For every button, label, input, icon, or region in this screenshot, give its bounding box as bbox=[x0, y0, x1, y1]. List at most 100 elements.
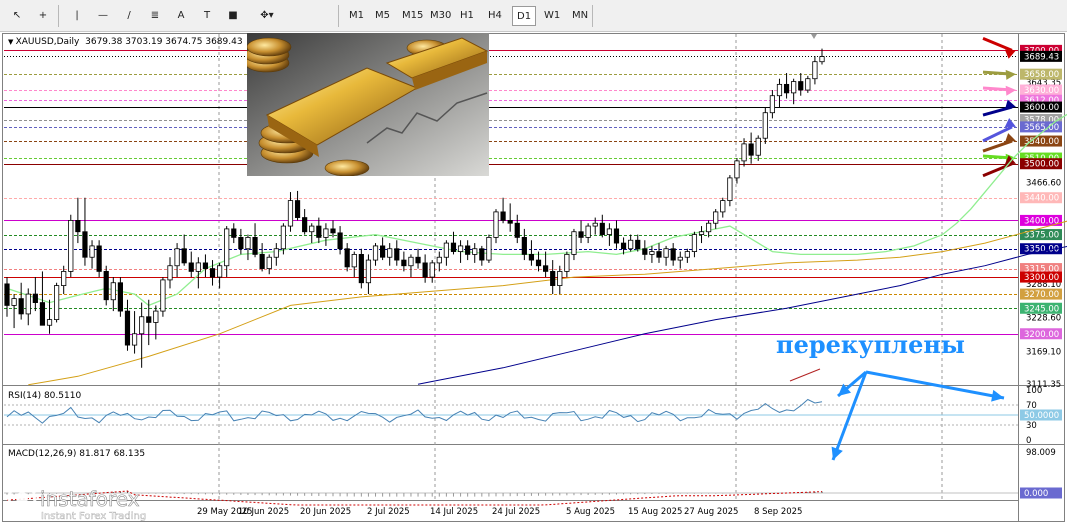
candle-body bbox=[54, 285, 60, 320]
candle bbox=[720, 197, 726, 218]
candle-body bbox=[479, 248, 485, 261]
level-box-3630.00: 3630.00 bbox=[1020, 84, 1062, 96]
candle bbox=[628, 234, 634, 252]
level-box-label: 3658.00 bbox=[1024, 70, 1059, 80]
candle-body bbox=[550, 271, 556, 286]
level-arrow-shaft bbox=[982, 139, 1013, 153]
candle bbox=[564, 251, 570, 278]
candle-body bbox=[252, 237, 258, 255]
candle-body bbox=[380, 245, 386, 258]
candle-body bbox=[415, 256, 421, 264]
price-chart[interactable]: 3700.003689.433658.003643.353630.003612.… bbox=[0, 0, 1067, 524]
candle bbox=[358, 248, 364, 289]
candle bbox=[54, 282, 60, 323]
date-tick-label: 15 Aug 2025 bbox=[628, 507, 682, 517]
candle-body bbox=[472, 248, 478, 255]
candle-body bbox=[273, 248, 279, 258]
candle-body bbox=[238, 237, 244, 250]
candle-body bbox=[302, 217, 308, 233]
candle-body bbox=[117, 282, 123, 312]
candle-body bbox=[606, 228, 612, 235]
candle-body bbox=[103, 271, 109, 301]
candle bbox=[706, 220, 712, 238]
candle-body bbox=[422, 262, 428, 278]
symbol-menu-icon[interactable]: ▼ bbox=[8, 38, 16, 46]
date-tick-label: 14 Jul 2025 bbox=[430, 507, 478, 517]
candle bbox=[245, 234, 251, 261]
candle-body bbox=[75, 220, 81, 233]
candle-body bbox=[465, 245, 471, 255]
candle-body bbox=[82, 231, 88, 258]
candle bbox=[769, 90, 775, 119]
level-box-label: 3500.00 bbox=[1024, 160, 1059, 170]
candle bbox=[465, 240, 471, 261]
candle-body bbox=[387, 248, 393, 258]
candle-body bbox=[620, 242, 627, 250]
rsi-tick-label: 50.0000 bbox=[1024, 411, 1059, 421]
instaforex-logo-icon bbox=[7, 483, 37, 513]
candle-body bbox=[365, 259, 372, 284]
candle bbox=[656, 243, 662, 263]
candle bbox=[337, 226, 343, 255]
candle-body bbox=[245, 237, 251, 250]
level-box-3440.00: 3440.00 bbox=[1020, 192, 1062, 204]
candle-body bbox=[585, 225, 591, 238]
candle-body bbox=[429, 262, 435, 278]
candle bbox=[103, 265, 109, 306]
candle bbox=[578, 220, 584, 244]
candle-body bbox=[535, 259, 542, 267]
candle-body bbox=[160, 279, 166, 312]
instaforex-logo: instaforex Instant Forex Trading bbox=[6, 482, 186, 526]
candle-body bbox=[769, 95, 775, 114]
candle-body bbox=[110, 282, 116, 301]
candle bbox=[819, 48, 825, 65]
rsi-tick-label: 100 bbox=[1026, 386, 1042, 396]
overbought-annotation: перекуплены bbox=[776, 330, 965, 359]
candle-body bbox=[330, 228, 336, 234]
candle bbox=[146, 299, 152, 346]
annotation-arrow-head bbox=[991, 389, 1004, 402]
level-arrow-head bbox=[1004, 118, 1016, 128]
candle-body bbox=[46, 319, 53, 326]
candle bbox=[543, 251, 549, 278]
level-arrow-shaft bbox=[982, 36, 1013, 52]
candle-body bbox=[748, 143, 754, 156]
candle bbox=[287, 192, 294, 232]
candle bbox=[422, 254, 428, 283]
candle bbox=[415, 248, 421, 269]
candle-body bbox=[791, 81, 797, 94]
macd-tick-label: 0.000 bbox=[1024, 489, 1048, 499]
candle bbox=[436, 251, 442, 272]
candle-body bbox=[649, 251, 655, 255]
candle bbox=[479, 245, 485, 266]
candle bbox=[202, 254, 209, 278]
candle-body bbox=[195, 262, 201, 272]
candle-body bbox=[443, 242, 449, 258]
level-box-3300.00: 3300.00 bbox=[1020, 271, 1062, 283]
candle bbox=[493, 209, 499, 244]
candle bbox=[124, 299, 131, 351]
candle-body bbox=[231, 228, 237, 238]
level-box-label: 3600.00 bbox=[1024, 103, 1059, 113]
candle-body bbox=[401, 259, 407, 267]
candle bbox=[323, 223, 329, 246]
candle-body bbox=[670, 248, 676, 261]
candle-body bbox=[450, 242, 457, 252]
candle bbox=[380, 237, 386, 261]
logo-brand: instaforex bbox=[40, 487, 140, 511]
candle-body bbox=[408, 256, 414, 267]
candle-body bbox=[259, 254, 265, 269]
candle-body bbox=[316, 225, 322, 238]
candle-body bbox=[734, 160, 740, 179]
candle bbox=[429, 260, 435, 283]
candle bbox=[741, 138, 747, 167]
candle-body bbox=[344, 248, 350, 268]
price-tick-label: 3466.60 bbox=[1026, 179, 1061, 189]
candle-body bbox=[351, 254, 357, 268]
date-tick-label: 27 Aug 2025 bbox=[684, 507, 738, 517]
level-box-3375.00: 3375.00 bbox=[1020, 229, 1062, 241]
candle-body bbox=[493, 211, 499, 238]
level-box-label: 3375.00 bbox=[1024, 231, 1059, 241]
candle-body bbox=[287, 200, 294, 227]
level-box-3500.00: 3500.00 bbox=[1020, 158, 1062, 170]
